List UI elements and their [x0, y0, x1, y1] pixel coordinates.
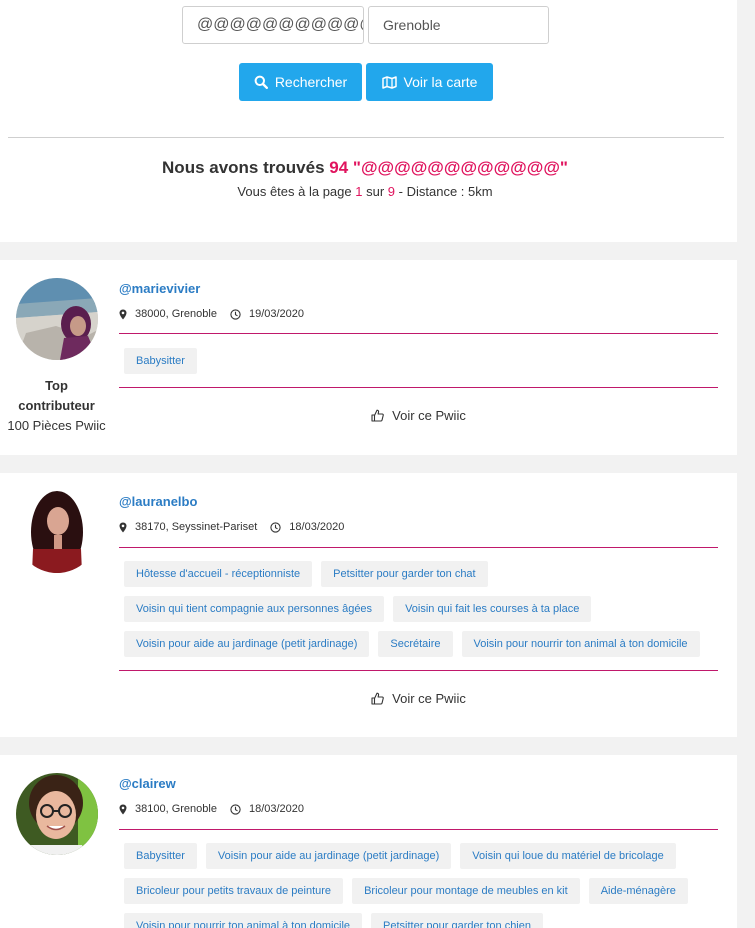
- username-link[interactable]: @clairew: [119, 776, 176, 791]
- map-button-label: Voir la carte: [403, 74, 478, 90]
- date-text: 19/03/2020: [248, 308, 305, 320]
- result-card: Top contributeur 100 Pièces Pwiic @marie…: [0, 260, 737, 455]
- service-tag[interactable]: Aide-ménagère: [588, 878, 688, 904]
- service-tag[interactable]: Bricoleur pour petits travaux de peintur…: [124, 878, 344, 904]
- service-tag[interactable]: Babysitter: [124, 843, 197, 869]
- service-tag[interactable]: Voisin qui tient compagnie aux personnes…: [124, 596, 385, 622]
- service-tag[interactable]: Voisin pour nourrir ton animal à ton dom…: [124, 913, 363, 928]
- service-tag[interactable]: Voisin qui fait les courses à ta place: [393, 596, 592, 622]
- location-pin-icon: [119, 309, 127, 319]
- map-button[interactable]: Voir la carte: [366, 63, 493, 101]
- thumbs-up-icon: [371, 692, 384, 705]
- result-card: @clairew 38100, Grenoble 18/03/2020 Baby…: [0, 755, 737, 928]
- avatar[interactable]: [16, 773, 98, 855]
- distance-info: - Distance : 5km: [398, 184, 493, 199]
- view-pwiic-link[interactable]: Voir ce Pwiic: [119, 691, 718, 706]
- separator-line: [119, 387, 718, 388]
- service-tag[interactable]: Babysitter: [124, 348, 197, 374]
- profile-photo: [16, 491, 98, 573]
- search-query-input[interactable]: @@@@@@@@@@@@: [182, 6, 364, 44]
- separator-line: [119, 670, 718, 671]
- service-tag[interactable]: Voisin pour aide au jardinage (petit jar…: [205, 843, 452, 869]
- page-of: sur: [366, 184, 385, 199]
- location-text: 38170, Seyssinet-Pariset: [135, 521, 258, 533]
- map-icon: [381, 75, 397, 89]
- card-meta: 38000, Grenoble 19/03/2020: [119, 308, 304, 320]
- service-tag[interactable]: Petsitter pour garder ton chat: [321, 561, 488, 587]
- service-tag[interactable]: Voisin qui loue du matériel de bricolage: [460, 843, 676, 869]
- search-button-label: Rechercher: [274, 74, 348, 90]
- badge-points: 100 Pièces Pwiic: [7, 418, 106, 433]
- results-query: "@@@@@@@@@@@@": [352, 158, 568, 177]
- service-tags: Babysitter: [124, 348, 724, 374]
- date-text: 18/03/2020: [248, 803, 305, 815]
- search-panel: @@@@@@@@@@@@ Grenoble Rechercher Voir la…: [0, 0, 737, 242]
- service-tags: Hôtesse d'accueil - réceptionniste Petsi…: [124, 561, 724, 657]
- location-pin-icon: [119, 804, 127, 814]
- service-tag[interactable]: Petsitter pour garder ton chien: [371, 913, 543, 928]
- clock-icon: [230, 308, 241, 320]
- page-current: 1: [355, 184, 363, 199]
- results-count: 94: [329, 158, 349, 177]
- separator-line: [119, 547, 718, 548]
- search-icon: [254, 75, 268, 89]
- separator-line: [119, 333, 718, 334]
- service-tag[interactable]: Voisin pour nourrir ton animal à ton dom…: [461, 631, 700, 657]
- thumbs-up-icon: [371, 409, 384, 422]
- page-total: 9: [387, 184, 396, 199]
- separator-line: [119, 829, 718, 830]
- service-tag[interactable]: Voisin pour aide au jardinage (petit jar…: [124, 631, 370, 657]
- username-link[interactable]: @lauranelbo: [119, 494, 197, 509]
- card-meta: 38100, Grenoble 18/03/2020: [119, 803, 304, 815]
- search-button[interactable]: Rechercher: [239, 63, 362, 101]
- results-prefix: Nous avons trouvés: [162, 158, 325, 177]
- view-pwiic-label: Voir ce Pwiic: [392, 691, 466, 706]
- avatar[interactable]: [16, 278, 98, 360]
- badge-title-line2: contributeur: [18, 398, 95, 413]
- date-text: 18/03/2020: [289, 521, 345, 533]
- profile-photo: [16, 773, 98, 855]
- city-input[interactable]: Grenoble: [368, 6, 549, 44]
- location-text: 38000, Grenoble: [135, 308, 217, 320]
- service-tags: Babysitter Voisin pour aide au jardinage…: [124, 843, 724, 928]
- service-tag[interactable]: Hôtesse d'accueil - réceptionniste: [124, 561, 313, 587]
- card-meta: 38170, Seyssinet-Pariset 18/03/2020: [119, 521, 344, 533]
- service-tag[interactable]: Secrétaire: [378, 631, 453, 657]
- clock-icon: [230, 803, 241, 815]
- avatar[interactable]: [16, 491, 98, 573]
- view-pwiic-link[interactable]: Voir ce Pwiic: [119, 408, 718, 423]
- contributor-badge: Top contributeur 100 Pièces Pwiic: [0, 376, 113, 436]
- profile-photo: [16, 278, 98, 360]
- result-card: @lauranelbo 38170, Seyssinet-Pariset 18/…: [0, 473, 737, 737]
- badge-title-line1: Top: [45, 378, 68, 393]
- location-pin-icon: [119, 522, 127, 532]
- service-tag[interactable]: Bricoleur pour montage de meubles en kit: [352, 878, 580, 904]
- page-prefix: Vous êtes à la page: [237, 184, 352, 199]
- username-link[interactable]: @marievivier: [119, 281, 200, 296]
- clock-icon: [270, 521, 281, 533]
- pagination-info: Vous êtes à la page 1 sur 9 - Distance :…: [0, 184, 730, 199]
- location-text: 38100, Grenoble: [135, 803, 217, 815]
- divider: [8, 137, 724, 138]
- view-pwiic-label: Voir ce Pwiic: [392, 408, 466, 423]
- results-heading: Nous avons trouvés 94 "@@@@@@@@@@@@": [0, 158, 730, 178]
